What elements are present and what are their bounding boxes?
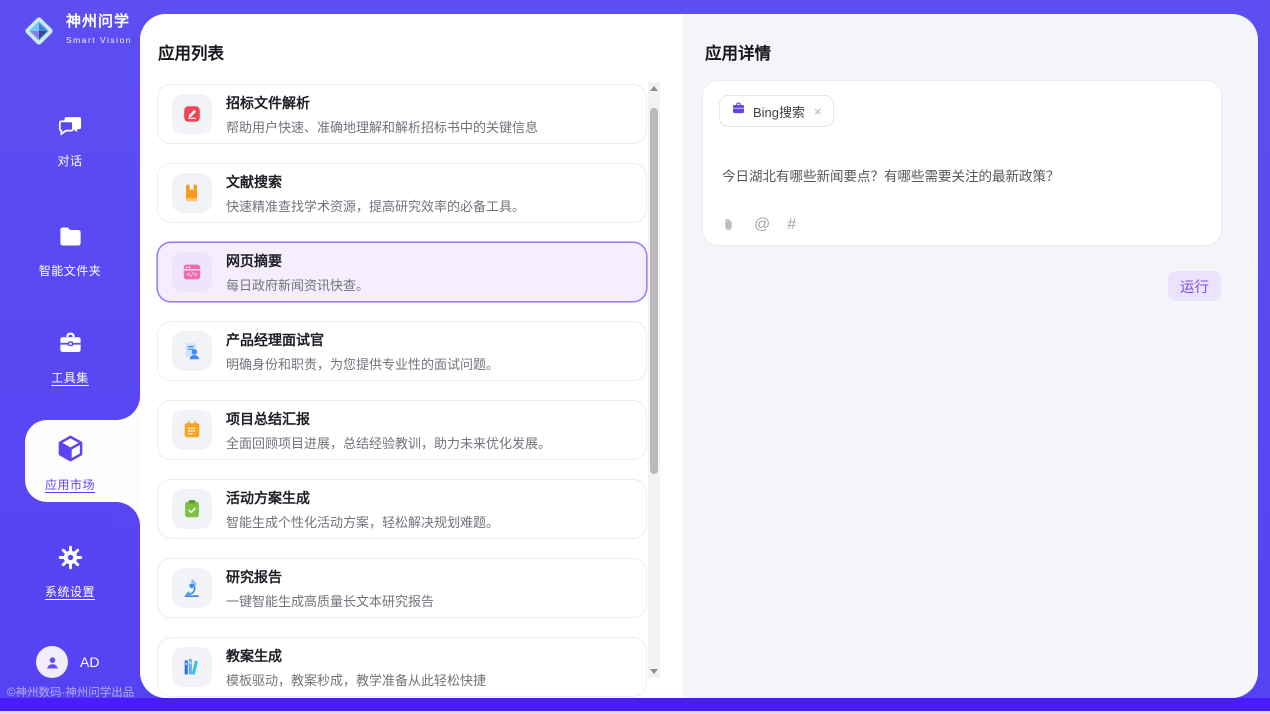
app-card-web-summary[interactable]: </> 网页摘要 每日政府新闻资讯快查。 — [157, 242, 647, 302]
user-account[interactable]: AD — [36, 646, 99, 678]
app-card-description: 智能生成个性化活动方案，轻松解决规划难题。 — [226, 512, 499, 531]
sidebar-item-label: 工具集 — [0, 369, 140, 386]
sidebar-item-label: 对话 — [0, 152, 140, 169]
literature-search-icon — [172, 173, 212, 213]
app-card-description: 明确身份和职责，为您提供专业性的面试问题。 — [226, 354, 499, 373]
project-summary-icon — [172, 410, 212, 450]
brand-diamond-icon — [20, 12, 58, 50]
cube-icon — [55, 433, 86, 464]
folder-icon — [57, 223, 84, 250]
scrollbar-down-arrow[interactable] — [648, 665, 660, 678]
active-tab-curve-top — [116, 396, 140, 420]
app-card-description: 模板驱动，教案秒成，教学准备从此轻松快捷 — [226, 670, 486, 689]
app-card-name: 网页摘要 — [226, 251, 369, 271]
app-card-description: 快速精准查找学术资源，提高研究效率的必备工具。 — [226, 196, 525, 215]
interviewer-icon — [172, 331, 212, 371]
briefcase-icon — [731, 101, 746, 121]
tool-tag-bing-search[interactable]: Bing搜索 × — [719, 95, 834, 127]
tender-doc-icon — [172, 94, 212, 134]
scrollbar-up-arrow[interactable] — [648, 82, 660, 95]
app-detail-card: Bing搜索 × 今日湖北有哪些新闻要点？有哪些需要关注的最新政策？ @ # — [702, 80, 1222, 246]
brand-logo: 神州问学 Smart Vision — [20, 12, 132, 50]
app-card-name: 教案生成 — [226, 646, 486, 666]
app-card-name: 研究报告 — [226, 567, 434, 587]
active-tab-curve-bottom — [116, 502, 140, 526]
avatar[interactable] — [36, 646, 68, 678]
sidebar-item-label: 智能文件夹 — [0, 262, 140, 279]
app-card-project-summary[interactable]: 项目总结汇报 全面回顾项目进展，总结经验教训，助力未来优化发展。 — [157, 400, 647, 460]
lesson-plan-icon — [172, 647, 212, 687]
svg-text:</>: </> — [187, 271, 198, 278]
mention-icon[interactable]: @ — [754, 217, 770, 233]
attachment-icon[interactable] — [720, 216, 737, 233]
app-card-literature-search[interactable]: 文献搜索 快速精准查找学术资源，提高研究效率的必备工具。 — [157, 163, 647, 223]
app-list-scrollbar[interactable] — [648, 82, 660, 678]
app-list-title: 应用列表 — [158, 40, 224, 64]
chat-icon — [57, 113, 84, 140]
scrollbar-thumb[interactable] — [650, 108, 658, 474]
brand-name-en: Smart Vision — [66, 35, 132, 45]
sidebar-item-settings[interactable]: 系统设置 — [0, 544, 140, 600]
gear-icon — [57, 544, 84, 571]
sidebar-item-smart-folders[interactable]: 智能文件夹 — [0, 223, 140, 279]
app-card-name: 活动方案生成 — [226, 488, 499, 508]
tool-tag-label: Bing搜索 — [753, 102, 805, 121]
app-card-research-report[interactable]: 研究报告 一键智能生成高质量长文本研究报告 — [157, 558, 647, 618]
app-list-panel: 应用列表 招标文件解析 帮助用户快速、准确地理解和解析招标书中的关键信息 文献搜… — [140, 14, 682, 698]
app-card-activity-plan[interactable]: 活动方案生成 智能生成个性化活动方案，轻松解决规划难题。 — [157, 479, 647, 539]
activity-plan-icon — [172, 489, 212, 529]
web-summary-icon: </> — [172, 252, 212, 292]
research-report-icon — [172, 568, 212, 608]
app-card-name: 文献搜索 — [226, 172, 525, 192]
app-card-description: 全面回顾项目进展，总结经验教训，助力未来优化发展。 — [226, 433, 551, 452]
app-card-name: 产品经理面试官 — [226, 330, 499, 350]
run-button[interactable]: 运行 — [1168, 271, 1221, 301]
app-card-pm-interviewer[interactable]: 产品经理面试官 明确身份和职责，为您提供专业性的面试问题。 — [157, 321, 647, 381]
sidebar-item-toolkit[interactable]: 工具集 — [0, 330, 140, 386]
user-label: AD — [80, 654, 99, 670]
app-detail-title: 应用详情 — [705, 40, 771, 64]
app-card-description: 每日政府新闻资讯快查。 — [226, 275, 369, 294]
brand-name-cn: 神州问学 — [66, 13, 130, 30]
app-card-name: 招标文件解析 — [226, 93, 538, 113]
close-icon[interactable]: × — [814, 104, 822, 119]
app-list: 招标文件解析 帮助用户快速、准确地理解和解析招标书中的关键信息 文献搜索 快速精… — [157, 84, 647, 697]
main-container: 应用列表 招标文件解析 帮助用户快速、准确地理解和解析招标书中的关键信息 文献搜… — [140, 14, 1258, 698]
sidebar-item-app-market[interactable]: 应用市场 — [0, 433, 140, 493]
sidebar-item-label: 应用市场 — [0, 476, 140, 493]
sidebar-item-label: 系统设置 — [0, 583, 140, 600]
query-input[interactable]: 今日湖北有哪些新闻要点？有哪些需要关注的最新政策？ — [722, 165, 1201, 185]
app-card-name: 项目总结汇报 — [226, 409, 551, 429]
sidebar-item-chat[interactable]: 对话 — [0, 113, 140, 169]
app-card-description: 一键智能生成高质量长文本研究报告 — [226, 591, 434, 610]
app-card-tender-analysis[interactable]: 招标文件解析 帮助用户快速、准确地理解和解析招标书中的关键信息 — [157, 84, 647, 144]
input-toolbar: @ # — [720, 216, 796, 233]
app-card-lesson-plan[interactable]: 教案生成 模板驱动，教案秒成，教学准备从此轻松快捷 — [157, 637, 647, 697]
bottom-accent-strip — [0, 698, 1270, 711]
app-card-description: 帮助用户快速、准确地理解和解析招标书中的关键信息 — [226, 117, 538, 136]
toolbox-icon — [57, 330, 84, 357]
hash-icon[interactable]: # — [787, 217, 796, 233]
